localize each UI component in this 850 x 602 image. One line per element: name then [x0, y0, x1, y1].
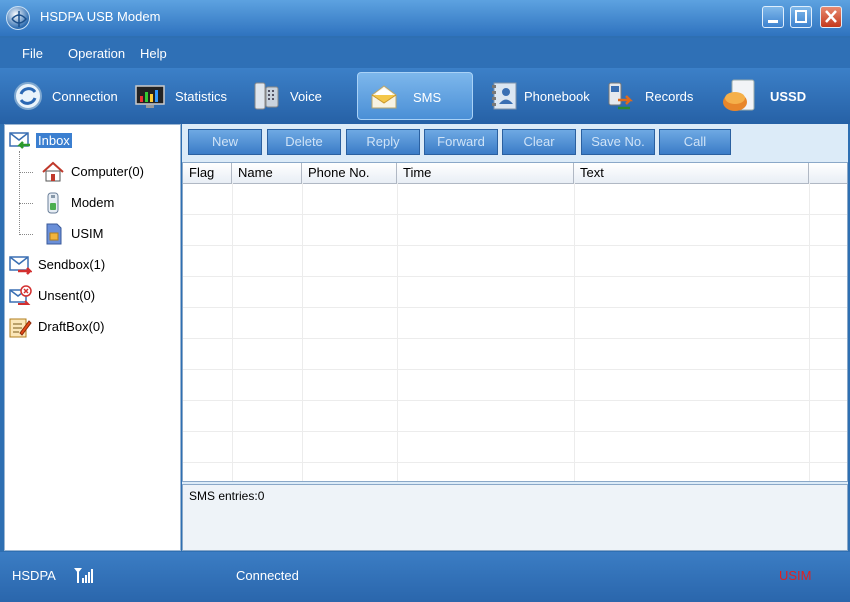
phonebook-icon	[492, 82, 517, 110]
grid-line	[809, 183, 810, 481]
tree-item-sendbox-label: Sendbox(1)	[38, 257, 106, 272]
call-button[interactable]: Call	[659, 129, 731, 155]
sim-card-icon	[46, 223, 62, 245]
minimize-button[interactable]	[762, 6, 784, 28]
tree-item-computer[interactable]: Computer(0)	[41, 160, 176, 184]
status-bar: HSDPA Connected USIM	[0, 552, 850, 602]
globe-icon	[6, 6, 30, 30]
toolbar-sms[interactable]: SMS	[357, 72, 473, 120]
table-row	[183, 369, 847, 370]
signal-strength-icon	[74, 568, 93, 583]
tree-item-inbox[interactable]: Inbox	[8, 129, 178, 153]
menu-help[interactable]: Help	[140, 46, 167, 61]
modem-icon	[47, 192, 59, 214]
ussd-icon	[723, 79, 755, 111]
tree-item-inbox-label: Inbox	[36, 133, 72, 148]
toolbar-statistics-label: Statistics	[175, 89, 228, 104]
tree-item-modem-label: Modem	[71, 195, 115, 210]
sendbox-icon	[9, 256, 32, 275]
sms-table[interactable]: Flag Name Phone No. Time Text	[182, 162, 848, 482]
column-header-phone[interactable]: Phone No.	[302, 163, 397, 183]
tree-item-sendbox[interactable]: Sendbox(1)	[8, 253, 178, 277]
tree-item-draftbox[interactable]: DraftBox(0)	[8, 315, 178, 339]
window-title: HSDPA USB Modem	[40, 9, 161, 24]
tree-item-usim-label: USIM	[71, 226, 104, 241]
tree-connector	[19, 172, 33, 173]
delete-button[interactable]: Delete	[267, 129, 341, 155]
tree-item-modem[interactable]: Modem	[41, 191, 176, 215]
close-button[interactable]	[820, 6, 842, 28]
column-header-name[interactable]: Name	[232, 163, 302, 183]
column-header-text[interactable]: Text	[574, 163, 809, 183]
sms-entries-count: SMS entries:0	[189, 489, 265, 503]
table-row	[183, 431, 847, 432]
tree-item-computer-label: Computer(0)	[71, 164, 144, 179]
menu-operation[interactable]: Operation	[68, 46, 125, 61]
unsent-icon	[9, 285, 32, 305]
tree-item-usim[interactable]: USIM	[41, 222, 176, 246]
toolbar-sms-label: SMS	[413, 90, 442, 105]
toolbar-voice-label: Voice	[290, 89, 322, 104]
table-row	[183, 307, 847, 308]
new-button[interactable]: New	[188, 129, 262, 155]
sms-envelope-icon	[371, 85, 397, 109]
toolbar-phonebook-label: Phonebook	[524, 89, 590, 104]
toolbar-ussd[interactable]: USSD	[718, 72, 828, 120]
sms-info-panel: SMS entries:0	[182, 484, 848, 551]
grid-line	[574, 183, 575, 481]
title-bar: HSDPA USB Modem	[0, 0, 850, 36]
table-row	[183, 214, 847, 215]
inbox-icon	[9, 132, 30, 149]
grid-line	[232, 183, 233, 481]
draftbox-icon	[9, 318, 32, 338]
network-type: HSDPA	[12, 568, 56, 583]
main-toolbar: Connection Statistics Voice SMS Phoneboo…	[0, 68, 850, 124]
save-number-button[interactable]: Save No.	[581, 129, 655, 155]
tree-item-unsent[interactable]: Unsent(0)	[8, 284, 178, 308]
column-header-flag[interactable]: Flag	[183, 163, 232, 183]
toolbar-records-label: Records	[645, 89, 694, 104]
sms-main-panel: New Delete Reply Forward Clear Save No. …	[182, 124, 848, 551]
column-header-time[interactable]: Time	[397, 163, 574, 183]
menu-file[interactable]: File	[22, 46, 43, 61]
reply-button[interactable]: Reply	[346, 129, 420, 155]
toolbar-records[interactable]: Records	[600, 72, 700, 120]
table-row	[183, 276, 847, 277]
home-icon	[42, 161, 64, 182]
tree-item-draftbox-label: DraftBox(0)	[38, 319, 105, 334]
tree-connector	[19, 203, 33, 204]
table-row	[183, 245, 847, 246]
table-row	[183, 462, 847, 463]
sim-status: USIM	[779, 568, 812, 583]
statistics-icon	[135, 85, 165, 108]
tree-connector	[19, 151, 20, 235]
phone-icon	[254, 82, 279, 110]
connection-status: Connected	[236, 568, 299, 583]
records-icon	[608, 82, 634, 110]
grid-line	[302, 183, 303, 481]
menu-bar: File Operation Help	[0, 38, 850, 68]
table-row	[183, 400, 847, 401]
forward-button[interactable]: Forward	[424, 129, 498, 155]
clear-button[interactable]: Clear	[502, 129, 576, 155]
tree-connector	[19, 234, 33, 235]
table-header: Flag Name Phone No. Time Text	[183, 163, 847, 184]
tree-item-unsent-label: Unsent(0)	[38, 288, 96, 303]
toolbar-statistics[interactable]: Statistics	[130, 72, 240, 120]
sms-folder-tree: Inbox Computer(0) Modem USIM Sendbox(1) …	[4, 124, 181, 551]
table-row	[183, 338, 847, 339]
toolbar-phonebook[interactable]: Phonebook	[484, 72, 592, 120]
maximize-button[interactable]	[790, 6, 812, 28]
connection-icon	[14, 82, 42, 110]
toolbar-voice[interactable]: Voice	[246, 72, 346, 120]
toolbar-connection[interactable]: Connection	[8, 72, 128, 120]
toolbar-ussd-label: USSD	[770, 89, 807, 104]
toolbar-connection-label: Connection	[52, 89, 118, 104]
grid-line	[397, 183, 398, 481]
